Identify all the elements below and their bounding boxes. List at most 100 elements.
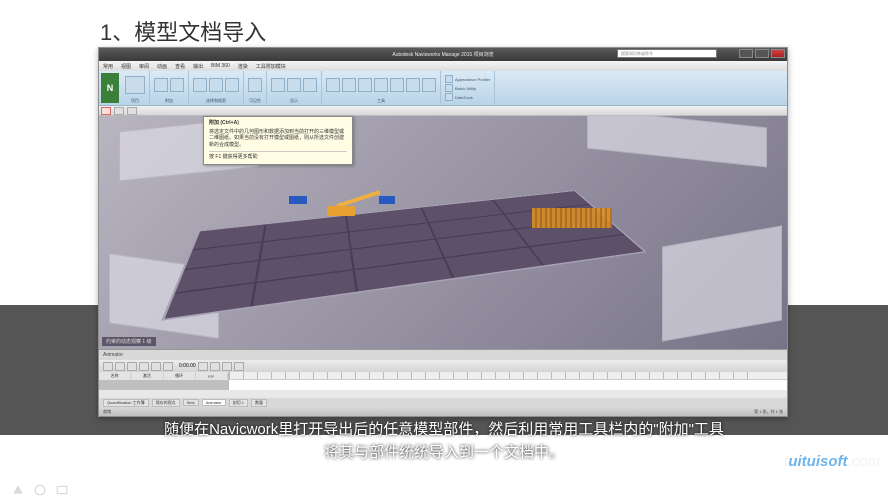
- bottom-tab[interactable]: 数量: [251, 399, 267, 407]
- bottom-tab[interactable]: Sets: [183, 399, 199, 406]
- toolbar-button[interactable]: [139, 362, 149, 371]
- tree-row[interactable]: [99, 380, 228, 390]
- ribbon-label: 工具: [377, 98, 385, 104]
- watermark: tuituisoft.com: [784, 453, 880, 470]
- animator-footer: [99, 390, 787, 398]
- logo-n-icon: N: [107, 83, 114, 93]
- ribbon-icon[interactable]: [342, 78, 356, 92]
- menu-item[interactable]: 动画: [157, 63, 167, 70]
- ribbon-icon[interactable]: [326, 78, 340, 92]
- bottom-tab[interactable]: 剖切 1: [229, 399, 248, 407]
- tooltip-hint: 按 F1 键获得更多帮助: [209, 151, 347, 161]
- toolbar-button[interactable]: [151, 362, 161, 371]
- slide: 1、模型文档导入 Autodesk Navisworks Manage 2015…: [0, 0, 888, 500]
- menu-item[interactable]: 审阅: [139, 63, 149, 70]
- caption-line1: 随便在Navicwork里打开导出后的任意模型部件，然后利用常用工具栏内的"附加…: [0, 419, 888, 442]
- ribbon-icon[interactable]: [374, 78, 388, 92]
- toolbar-button[interactable]: [103, 362, 113, 371]
- ribbon-group-side: Appearance Profiler Batch Utility DataTo…: [441, 71, 495, 105]
- animator-tree: 名称 激活 循环 P.P.: [99, 372, 229, 390]
- quick-access-toolbar: [99, 106, 787, 116]
- status-left: 就绪: [103, 409, 111, 415]
- footer-icon: [34, 484, 46, 496]
- building-block: [662, 225, 782, 341]
- menu-item[interactable]: 工具附加模块: [256, 63, 286, 70]
- ribbon-icon[interactable]: [358, 78, 372, 92]
- menu-item[interactable]: 常用: [103, 63, 113, 70]
- tooltip-attach: 附加 (Ctrl+A) 将选定文件中的几何图形和数据添加到当前打开的三维模型或二…: [203, 116, 353, 165]
- stop-button[interactable]: [210, 362, 220, 371]
- building-block: [587, 116, 767, 167]
- panel-tab[interactable]: Animator: [103, 352, 123, 358]
- toolbar-button[interactable]: [234, 362, 244, 371]
- animator-toolbar: 0:00.00: [99, 360, 787, 372]
- ribbon-icon[interactable]: [303, 78, 317, 92]
- timeline-ruler: [229, 372, 787, 380]
- app-screenshot: Autodesk Navisworks Manage 2015 项目浏览 搜索知…: [98, 47, 788, 417]
- footer-icon: [12, 484, 24, 496]
- ribbon-icon[interactable]: [287, 78, 301, 92]
- ribbon-icon[interactable]: [225, 78, 239, 92]
- toolbar-button[interactable]: [222, 362, 232, 371]
- menu-item[interactable]: BIM 360: [211, 63, 230, 69]
- ribbon-icon[interactable]: [154, 78, 168, 92]
- watermark-brand: uituisoft: [788, 453, 847, 470]
- attach-button[interactable]: [101, 107, 111, 115]
- toolbar-button[interactable]: [163, 362, 173, 371]
- app-logo[interactable]: N: [101, 73, 119, 103]
- app-title: Autodesk Navisworks Manage 2015 项目浏览: [392, 51, 493, 58]
- toolbar-button[interactable]: [127, 362, 137, 371]
- ribbon-icon[interactable]: [170, 78, 184, 92]
- watermark-suf: .com: [847, 453, 880, 470]
- play-button[interactable]: [198, 362, 208, 371]
- stockpile-icon: [532, 208, 612, 228]
- tree-header: 名称 激活 循环 P.P.: [99, 372, 228, 380]
- ribbon-label: 可见性: [249, 98, 261, 104]
- ribbon-group-display: 显示: [267, 71, 322, 105]
- ribbon-icon[interactable]: [422, 78, 436, 92]
- col-header: 循环: [164, 373, 196, 379]
- appearance-icon[interactable]: [445, 75, 453, 83]
- ribbon-icon[interactable]: [248, 78, 262, 92]
- statusbar: 就绪 第 1 张，共 1 张: [99, 407, 787, 416]
- ribbon-icon[interactable]: [406, 78, 420, 92]
- ribbon-side-label[interactable]: Appearance Profiler: [455, 77, 490, 82]
- bottom-tab-active[interactable]: Animator: [202, 399, 226, 406]
- menu-item[interactable]: 渲染: [238, 63, 248, 70]
- menu-tabs: 常用 视图 审阅 动画 查看 输出 BIM 360 渲染 工具附加模块: [99, 61, 787, 71]
- ribbon-icon[interactable]: [209, 78, 223, 92]
- qat-button[interactable]: [127, 107, 137, 115]
- batch-icon[interactable]: [445, 84, 453, 92]
- ribbon-icon[interactable]: [271, 78, 285, 92]
- caption-line2: 将其与部件统统导入到一个文档中。: [0, 442, 888, 465]
- toolbar-button[interactable]: [115, 362, 125, 371]
- crane-icon: [317, 188, 387, 216]
- minimize-button[interactable]: [739, 49, 753, 58]
- menu-item[interactable]: 查看: [175, 63, 185, 70]
- ribbon-label: 显示: [290, 98, 298, 104]
- datatools-icon[interactable]: [445, 93, 453, 101]
- search-input[interactable]: 搜索知识库或命令: [617, 49, 717, 58]
- bottom-tab[interactable]: Quantification 工作簿: [103, 399, 149, 407]
- ribbon-group-select: 选择和搜索: [189, 71, 244, 105]
- time-field[interactable]: 0:00.00: [179, 363, 196, 369]
- ribbon-side-label[interactable]: DataTools: [455, 95, 473, 100]
- bottom-tab[interactable]: 保存的视点: [152, 399, 180, 407]
- status-right: 第 1 张，共 1 张: [754, 409, 783, 415]
- timeline[interactable]: [229, 372, 787, 390]
- ribbon-label: 附加: [165, 98, 173, 104]
- col-header: P.P.: [196, 374, 228, 379]
- ribbon-icon[interactable]: [390, 78, 404, 92]
- footer-button[interactable]: [131, 391, 139, 397]
- maximize-button[interactable]: [755, 49, 769, 58]
- ribbon-side-label[interactable]: Batch Utility: [455, 86, 476, 91]
- animator-panel: Animator 0:00.00 名称 激活 循环 P.P.: [99, 349, 787, 407]
- ribbon-icon[interactable]: [125, 76, 145, 94]
- footer-button[interactable]: [117, 391, 125, 397]
- qat-button[interactable]: [114, 107, 124, 115]
- menu-item[interactable]: 视图: [121, 63, 131, 70]
- ribbon-icon[interactable]: [193, 78, 207, 92]
- close-button[interactable]: [771, 49, 785, 58]
- menu-item[interactable]: 输出: [193, 63, 203, 70]
- footer-button[interactable]: [103, 391, 111, 397]
